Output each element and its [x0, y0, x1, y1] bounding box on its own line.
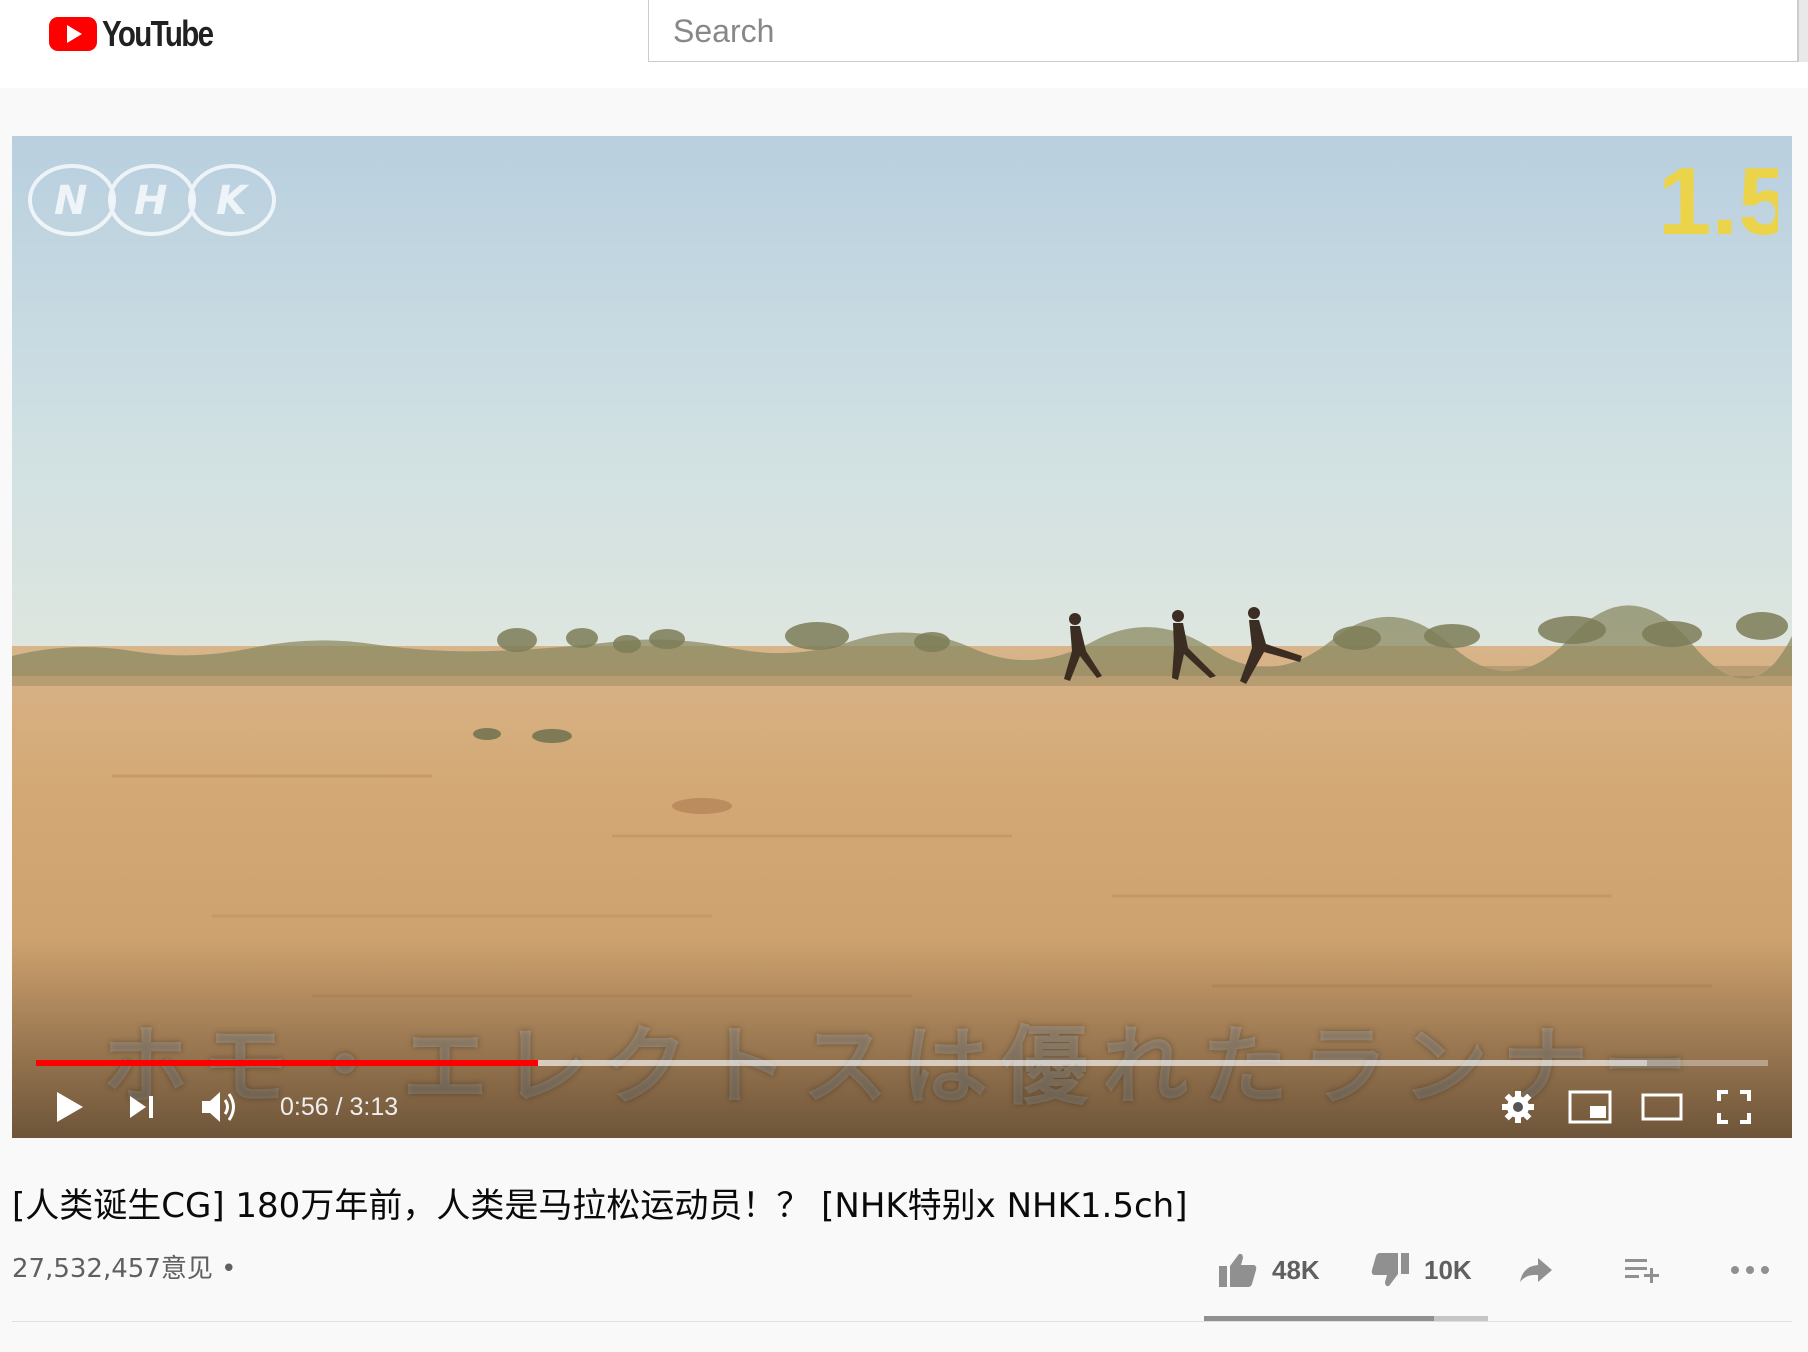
search-button-edge[interactable]: [1798, 0, 1808, 62]
nhk-letter-h: H: [134, 178, 167, 224]
next-icon: [130, 1096, 153, 1118]
theater-icon: [1641, 1093, 1683, 1121]
share-icon: [1520, 1258, 1552, 1282]
video-player[interactable]: N H K 1.5 ホモ・エレクトスは優れたランナー 0:56 / 3:13: [12, 136, 1792, 1138]
volume-button[interactable]: [192, 1076, 248, 1138]
fullscreen-icon: [1717, 1090, 1751, 1124]
dislike-button[interactable]: 10K: [1370, 1240, 1472, 1300]
dislike-count: 10K: [1424, 1254, 1472, 1285]
save-to-playlist-button[interactable]: [1624, 1240, 1662, 1300]
time-display: 0:56 / 3:13: [280, 1093, 399, 1121]
like-button[interactable]: 48K: [1218, 1240, 1320, 1300]
share-button[interactable]: [1518, 1240, 1554, 1300]
divider: [12, 1321, 1792, 1322]
miniplayer-icon: [1568, 1090, 1612, 1124]
miniplayer-button[interactable]: [1562, 1076, 1618, 1138]
channel-badge-icon: 1.5: [1658, 148, 1778, 255]
youtube-logo[interactable]: YouTube: [48, 13, 237, 54]
settings-icon: [1502, 1091, 1534, 1123]
progress-bar[interactable]: [36, 1060, 1768, 1066]
play-icon: [57, 1092, 83, 1122]
settings-button[interactable]: [1490, 1076, 1546, 1138]
view-count: 27,532,457意见 •: [12, 1254, 237, 1284]
next-button[interactable]: [114, 1076, 170, 1138]
theater-mode-button[interactable]: [1634, 1076, 1690, 1138]
youtube-play-logo-icon: [49, 17, 97, 51]
nhk-letter-k: K: [216, 178, 250, 224]
thumb-up-icon: [1219, 1253, 1257, 1287]
more-icon: [1731, 1266, 1769, 1274]
like-count: 48K: [1272, 1254, 1320, 1285]
more-actions-button[interactable]: [1730, 1240, 1770, 1300]
logo-text: YouTube: [102, 13, 214, 54]
masthead: YouTube: [0, 0, 1808, 88]
video-title: [人类诞生CG] 180万年前，人类是马拉松运动员！？ [NHK特别x NHK1…: [12, 1186, 1188, 1226]
volume-icon: [202, 1092, 235, 1122]
search-input[interactable]: [648, 0, 1798, 62]
player-controls: 0:56 / 3:13: [12, 1076, 1792, 1138]
nhk-letter-n: N: [54, 178, 87, 224]
add-to-playlist-icon: [1625, 1259, 1659, 1283]
progress-played: [36, 1060, 539, 1066]
fullscreen-button[interactable]: [1706, 1076, 1762, 1138]
play-button[interactable]: [42, 1076, 98, 1138]
thumb-down-icon: [1371, 1253, 1409, 1287]
svg-text:1.5: 1.5: [1658, 148, 1778, 255]
